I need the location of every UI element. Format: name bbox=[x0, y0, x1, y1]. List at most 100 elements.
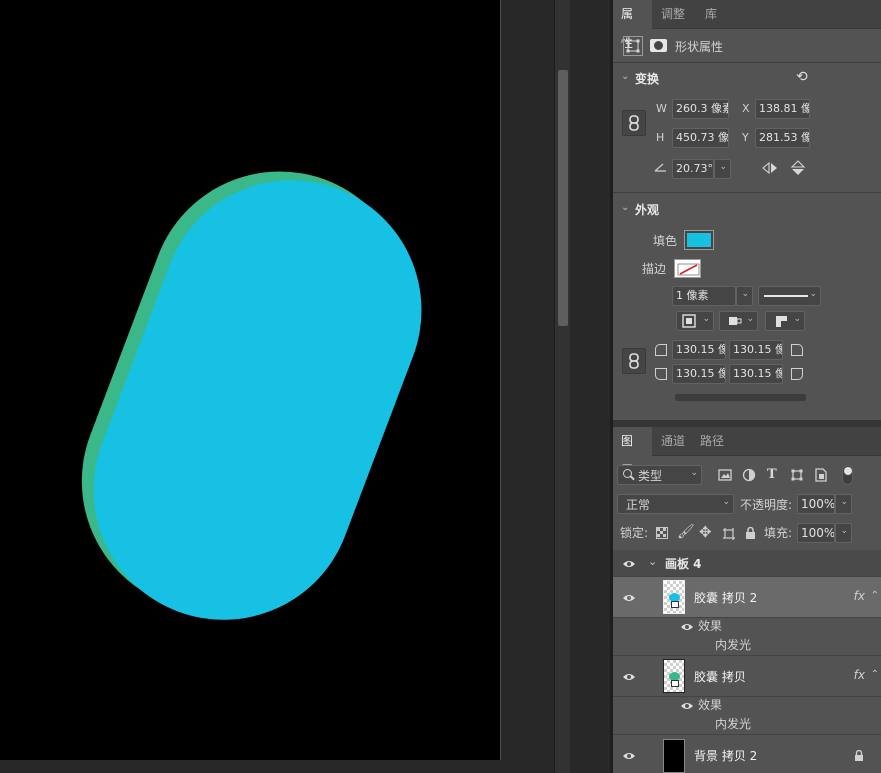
appearance-section-header[interactable]: ⌄ 外观 bbox=[613, 195, 881, 223]
adjustment-filter-icon[interactable] bbox=[742, 468, 756, 482]
artboard[interactable] bbox=[0, 0, 500, 760]
visibility-eye-icon[interactable] bbox=[622, 672, 636, 682]
visibility-eye-icon[interactable] bbox=[622, 593, 636, 603]
flip-vertical-icon[interactable] bbox=[790, 159, 806, 177]
shape-filter-icon[interactable] bbox=[790, 468, 804, 482]
stroke-type-dropdown[interactable]: ⌄ bbox=[758, 286, 821, 306]
stroke-align-dropdown[interactable]: ⌄ bbox=[676, 311, 714, 331]
effect-name[interactable]: 内发光 bbox=[715, 638, 751, 652]
capsule-artwork[interactable] bbox=[0, 0, 500, 760]
fill-opacity-field[interactable]: 100% bbox=[797, 523, 835, 543]
lock-artboard-icon[interactable] bbox=[722, 527, 736, 541]
layer-row[interactable]: 胶囊 拷贝 2 fx ⌃ bbox=[613, 577, 881, 618]
tab-paths[interactable]: 路径 bbox=[692, 427, 732, 456]
transform-bounds-icon[interactable] bbox=[623, 36, 643, 56]
layer-effects-icon[interactable]: fx bbox=[854, 589, 865, 603]
stroke-corners-dropdown[interactable]: ⌄ bbox=[765, 311, 805, 331]
visibility-eye-icon[interactable] bbox=[680, 622, 694, 632]
no-stroke-icon bbox=[677, 263, 700, 276]
x-field[interactable]: 138.81 像 bbox=[755, 99, 810, 119]
link-dimensions-button[interactable] bbox=[622, 110, 646, 136]
corner-top-right-field[interactable]: 130.15 像 bbox=[729, 340, 783, 360]
transform-section-header[interactable]: ⌄ 变换 ⟲ bbox=[613, 64, 881, 92]
chevron-down-icon: ⌄ bbox=[809, 289, 817, 299]
chevron-down-icon: ⌄ bbox=[793, 314, 801, 324]
divider bbox=[613, 192, 881, 193]
chevron-down-icon: ⌄ bbox=[722, 497, 730, 507]
link-corners-button[interactable] bbox=[622, 348, 646, 374]
fill-color-swatch[interactable] bbox=[684, 230, 714, 250]
opacity-label: 不透明度: bbox=[740, 498, 793, 512]
tab-channels[interactable]: 通道 bbox=[653, 427, 693, 456]
expand-effects-icon[interactable]: ⌃ bbox=[871, 669, 879, 680]
corner-bottom-left-field[interactable]: 130.15 像 bbox=[672, 364, 726, 384]
layer-filter-dropdown[interactable]: 类型 ⌄ bbox=[617, 465, 702, 485]
lock-position-icon[interactable]: ✥ bbox=[699, 523, 712, 541]
lock-image-pixels-icon[interactable]: 🖌 bbox=[677, 524, 695, 540]
angle-dropdown[interactable]: ⌄ bbox=[714, 159, 731, 179]
right-panel-dock: 属性 调整 库 形状属性 ⌄ 变换 ⟲ W 260.3 像素 X 138.81 … bbox=[613, 0, 881, 773]
vertical-scrollbar[interactable] bbox=[554, 0, 570, 773]
fill-opacity-dropdown[interactable]: ⌄ bbox=[835, 523, 852, 543]
x-label: X bbox=[742, 102, 750, 115]
angle-icon bbox=[654, 161, 667, 172]
tab-layers[interactable]: 图层 bbox=[613, 427, 652, 477]
scrollbar-thumb[interactable] bbox=[558, 70, 568, 326]
tab-adjustments[interactable]: 调整 bbox=[653, 0, 693, 29]
angle-field[interactable]: 20.73° bbox=[672, 159, 714, 179]
chevron-down-icon: ⌄ bbox=[690, 468, 698, 478]
visibility-eye-icon[interactable] bbox=[680, 701, 694, 711]
layer-row[interactable]: 胶囊 拷贝 fx ⌃ bbox=[613, 656, 881, 697]
filter-toggle[interactable] bbox=[842, 465, 853, 485]
expand-effects-icon[interactable]: ⌃ bbox=[871, 590, 879, 601]
blend-mode-dropdown[interactable]: 正常 ⌄ bbox=[617, 494, 734, 514]
effects-label: 效果 bbox=[698, 619, 723, 633]
flip-horizontal-icon[interactable] bbox=[761, 161, 779, 175]
image-filter-icon[interactable] bbox=[718, 469, 732, 481]
chain-link-icon bbox=[629, 353, 639, 369]
chevron-down-icon: ⌄ bbox=[746, 314, 754, 324]
stroke-align-icon bbox=[682, 314, 696, 328]
smart-object-filter-icon[interactable] bbox=[814, 468, 828, 482]
stroke-caps-dropdown[interactable]: ⌄ bbox=[719, 311, 758, 331]
mask-icon[interactable] bbox=[650, 39, 667, 52]
lock-all-icon[interactable] bbox=[745, 527, 756, 540]
stroke-color-swatch[interactable] bbox=[674, 259, 701, 278]
properties-panel-scrollbar[interactable] bbox=[675, 394, 806, 401]
layer-row[interactable]: 背景 拷贝 2 bbox=[613, 735, 881, 773]
opacity-dropdown[interactable]: ⌄ bbox=[835, 494, 852, 514]
chevron-down-icon: ⌄ bbox=[702, 314, 710, 324]
tab-properties[interactable]: 属性 bbox=[613, 0, 652, 50]
search-icon-handle bbox=[630, 475, 635, 481]
effect-name[interactable]: 内发光 bbox=[715, 717, 751, 731]
type-filter-icon[interactable]: T bbox=[767, 467, 777, 482]
corner-bottom-left-icon bbox=[655, 368, 667, 380]
stroke-width-field[interactable]: 1 像素 bbox=[672, 286, 736, 306]
height-field[interactable]: 450.73 像 bbox=[672, 128, 729, 148]
document-canvas[interactable] bbox=[0, 0, 612, 773]
visibility-eye-icon[interactable] bbox=[622, 559, 636, 569]
chevron-down-icon: ⌄ bbox=[719, 162, 727, 172]
transform-title: 变换 bbox=[635, 72, 660, 86]
reset-icon[interactable]: ⟲ bbox=[796, 69, 808, 85]
stroke-width-dropdown[interactable]: ⌄ bbox=[736, 286, 753, 306]
opacity-field[interactable]: 100% bbox=[797, 494, 835, 514]
corner-top-left-field[interactable]: 130.15 像 bbox=[672, 340, 726, 360]
layer-name: 胶囊 拷贝 2 bbox=[694, 591, 758, 605]
layer-effects-row[interactable]: 效果 内发光 bbox=[613, 618, 881, 656]
layer-effects-icon[interactable]: fx bbox=[854, 668, 865, 682]
tab-libraries[interactable]: 库 bbox=[697, 0, 725, 29]
y-field[interactable]: 281.53 像 bbox=[755, 128, 810, 148]
layer-effects-row[interactable]: 效果 内发光 bbox=[613, 697, 881, 735]
visibility-eye-icon[interactable] bbox=[622, 751, 636, 761]
chevron-down-icon[interactable]: ⌄ bbox=[648, 555, 657, 568]
blend-mode-value: 正常 bbox=[626, 498, 651, 512]
layer-name: 胶囊 拷贝 bbox=[694, 670, 746, 684]
lock-transparent-pixels-icon[interactable] bbox=[656, 527, 668, 539]
corner-bottom-right-field[interactable]: 130.15 像 bbox=[729, 364, 783, 384]
properties-tabbar: 属性 调整 库 bbox=[613, 0, 881, 50]
width-field[interactable]: 260.3 像素 bbox=[672, 99, 729, 119]
layer-group-row[interactable]: ⌄ 画板 4 bbox=[613, 550, 881, 577]
stroke-label: 描边 bbox=[642, 262, 667, 276]
height-label: H bbox=[656, 131, 665, 144]
